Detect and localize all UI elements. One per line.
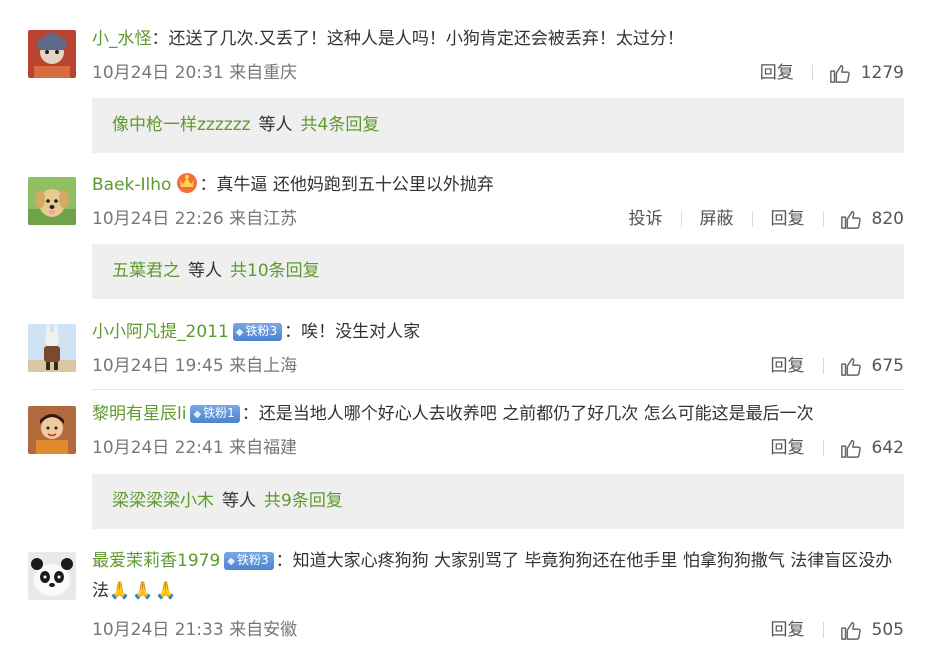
like-count: 505 xyxy=(871,620,904,640)
fan-badge-label: 铁粉3 xyxy=(245,324,278,338)
comment-actions: 投诉 屏蔽 回复 820 xyxy=(629,206,904,232)
username[interactable]: 小_水怪 xyxy=(92,29,152,49)
reply-button[interactable]: 回复 xyxy=(771,435,823,461)
thumbs-up-icon xyxy=(840,439,861,458)
comment-actions: 回复 1279 xyxy=(760,60,904,86)
like-count: 820 xyxy=(871,209,904,229)
reply-button[interactable]: 回复 xyxy=(760,60,812,86)
comment-actions: 回复 642 xyxy=(771,435,904,461)
like-button[interactable]: 642 xyxy=(824,435,904,461)
avatar[interactable] xyxy=(28,552,76,600)
comment-meta: 10月24日 20:31 来自重庆 xyxy=(92,60,297,86)
comment-actions: 回复 675 xyxy=(771,353,904,379)
thumbs-up-icon xyxy=(840,621,861,640)
reply-total-link[interactable]: 共10条回复 xyxy=(230,261,320,281)
username[interactable]: Baek-Ilho xyxy=(92,175,171,195)
reply-others: 等人 xyxy=(258,115,293,135)
reply-username[interactable]: 像中枪一样zzzzzz xyxy=(112,115,251,135)
like-count: 642 xyxy=(871,438,904,458)
username[interactable]: 最爱茉莉香1979 xyxy=(92,551,220,571)
like-button[interactable]: 505 xyxy=(824,617,904,643)
reply-button[interactable]: 回复 xyxy=(753,206,823,232)
comment-divider xyxy=(92,389,904,390)
timestamp: 10月24日 19:45 xyxy=(92,356,224,376)
location: 来自福建 xyxy=(229,438,298,458)
comment-text: ：真牛逼 还他妈跑到五十公里以外抛弃 xyxy=(199,175,494,195)
fan-badge-label: 铁粉3 xyxy=(236,553,269,567)
timestamp: 10月24日 22:26 xyxy=(92,209,224,229)
location: 来自上海 xyxy=(229,356,298,376)
location: 来自江苏 xyxy=(229,209,298,229)
comment-actions: 回复 505 xyxy=(771,617,904,643)
sub-replies-box[interactable]: 像中枪一样zzzzzz 等人 共4条回复 xyxy=(92,98,904,153)
avatar[interactable] xyxy=(28,324,76,372)
fan-badge[interactable]: ◆ 铁粉3 xyxy=(232,323,283,341)
comment-text: ：唉！没生对人家 xyxy=(284,322,421,342)
diamond-icon: ◆ xyxy=(227,556,235,567)
location: 来自安徽 xyxy=(229,620,298,640)
comment-text-line: Baek-Ilho ：真牛逼 还他妈跑到五十公里以外抛弃 xyxy=(92,170,905,200)
avatar[interactable] xyxy=(28,177,76,225)
pray-emoji: 🙏🙏🙏 xyxy=(109,581,179,601)
vip-crown-icon[interactable] xyxy=(175,171,199,193)
comment-text-line: 黎明有星辰li ◆ 铁粉1 ：还是当地人哪个好心人去收养吧 之前都仍了好几次 怎么可能… xyxy=(92,399,905,429)
reply-button[interactable]: 回复 xyxy=(771,617,823,643)
comment-text: ：还送了几次.又丢了！这种人是人吗！小狗肯定还会被丢弃！太过分！ xyxy=(151,29,684,49)
comment-text: ：还是当地人哪个好心人去收养吧 之前都仍了好几次 怎么可能这是最后一次 xyxy=(241,404,814,424)
timestamp: 10月24日 20:31 xyxy=(92,63,224,83)
reply-username[interactable]: 梁梁梁梁小木 xyxy=(112,491,214,511)
avatar[interactable] xyxy=(28,30,76,78)
reply-button[interactable]: 回复 xyxy=(771,353,823,379)
report-button[interactable]: 投诉 xyxy=(629,206,681,232)
reply-total-link[interactable]: 共4条回复 xyxy=(301,115,380,135)
like-button[interactable]: 675 xyxy=(824,353,904,379)
block-button[interactable]: 屏蔽 xyxy=(682,206,752,232)
username[interactable]: 黎明有星辰li xyxy=(92,404,186,424)
reply-username[interactable]: 五葉君之 xyxy=(112,261,180,281)
like-button[interactable]: 820 xyxy=(824,206,904,232)
fan-badge[interactable]: ◆ 铁粉1 xyxy=(190,405,240,423)
thumbs-up-icon xyxy=(840,357,861,376)
like-count: 675 xyxy=(871,356,904,376)
location: 来自重庆 xyxy=(229,63,298,83)
timestamp: 10月24日 21:33 xyxy=(92,620,224,640)
sub-replies-box[interactable]: 梁梁梁梁小木 等人 共9条回复 xyxy=(92,474,904,529)
comment-meta: 10月24日 19:45 来自上海 xyxy=(92,353,297,379)
thumbs-up-icon xyxy=(829,64,850,83)
diamond-icon: ◆ xyxy=(193,409,202,420)
sub-replies-box[interactable]: 五葉君之 等人 共10条回复 xyxy=(92,244,904,299)
comment-text-line: 小小阿凡提_2011 ◆ 铁粉3 ：唉！没生对人家 xyxy=(92,317,905,347)
reply-others: 等人 xyxy=(222,491,256,511)
username[interactable]: 小小阿凡提_2011 xyxy=(92,322,229,342)
like-button[interactable]: 1279 xyxy=(813,60,904,86)
comment-meta: 10月24日 21:33 来自安徽 xyxy=(92,617,297,643)
avatar[interactable] xyxy=(28,406,76,454)
reply-others: 等人 xyxy=(188,261,222,281)
timestamp: 10月24日 22:41 xyxy=(92,438,224,458)
fan-badge[interactable]: ◆ 铁粉3 xyxy=(224,552,274,570)
diamond-icon: ◆ xyxy=(235,327,244,338)
reply-total-link[interactable]: 共9条回复 xyxy=(264,491,343,511)
comment-meta: 10月24日 22:26 来自江苏 xyxy=(92,206,297,232)
comment-text-line: 最爱茉莉香1979 ◆ 铁粉3 ：知道大家心疼狗狗 大家别骂了 毕竟狗狗还在他手里 怕… xyxy=(92,546,905,606)
like-count: 1279 xyxy=(860,63,904,83)
fan-badge-label: 铁粉1 xyxy=(203,406,235,420)
comment-meta: 10月24日 22:41 来自福建 xyxy=(92,435,297,461)
thumbs-up-icon xyxy=(840,210,861,229)
comment-text-line: 小_水怪：还送了几次.又丢了！这种人是人吗！小狗肯定还会被丢弃！太过分！ xyxy=(92,24,905,54)
